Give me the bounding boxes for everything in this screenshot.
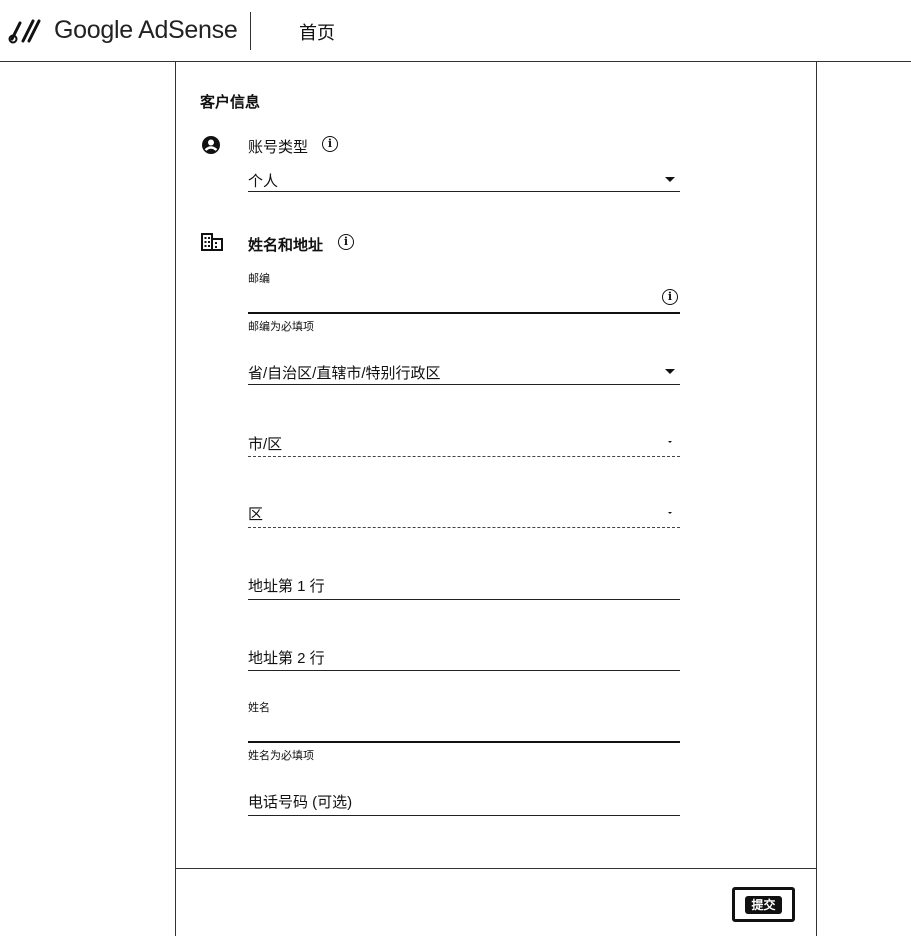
city-underline [248,456,680,457]
header-divider [250,12,251,50]
info-icon[interactable]: i [338,234,354,250]
account-circle-icon [202,136,220,154]
account-type-underline [248,191,680,192]
business-building-icon [201,233,223,251]
name-input[interactable] [248,741,680,743]
phone-input[interactable]: 电话号码 (可选) [248,791,352,812]
address-line-1-underline [248,599,680,600]
postal-code-input[interactable] [248,312,680,314]
city-select[interactable]: 市/区 [248,433,282,454]
arrow-drop-down-icon[interactable] [665,177,675,182]
arrow-drop-down-icon[interactable] [665,369,675,374]
address-line-1-input[interactable]: 地址第 1 行 [248,575,325,596]
info-icon[interactable]: i [322,136,338,152]
address-line-2-input[interactable]: 地址第 2 行 [248,647,325,668]
postal-code-error: 邮编为必填项 [248,321,314,333]
name-address-label: 姓名和地址 [248,237,324,254]
phone-underline [248,815,680,816]
arrow-drop-down-icon[interactable] [668,512,672,514]
adsense-logo-icon[interactable] [8,17,42,45]
account-type-select-value[interactable]: 个人 [248,170,278,191]
name-error: 姓名为必填项 [248,750,314,762]
info-icon[interactable]: i [662,289,678,305]
footer-divider [175,868,817,869]
section-title: 客户信息 [200,94,261,111]
province-underline [248,384,680,385]
top-app-bar: Google AdSense 首页 [0,0,911,62]
name-label: 姓名 [248,702,270,714]
postal-code-label: 邮编 [248,273,270,285]
submit-button-label: 提交 [745,895,782,914]
district-select[interactable]: 区 [248,503,263,524]
account-type-label: 账号类型 [248,139,309,156]
district-underline [248,527,680,528]
submit-button[interactable]: 提交 [732,887,795,922]
address-line-2-underline [248,670,680,671]
province-select[interactable]: 省/自治区/直辖市/特别行政区 [248,362,441,383]
arrow-drop-down-icon[interactable] [668,441,672,443]
nav-home-link[interactable]: 首页 [299,19,335,45]
brand-name[interactable]: Google AdSense [54,16,238,45]
